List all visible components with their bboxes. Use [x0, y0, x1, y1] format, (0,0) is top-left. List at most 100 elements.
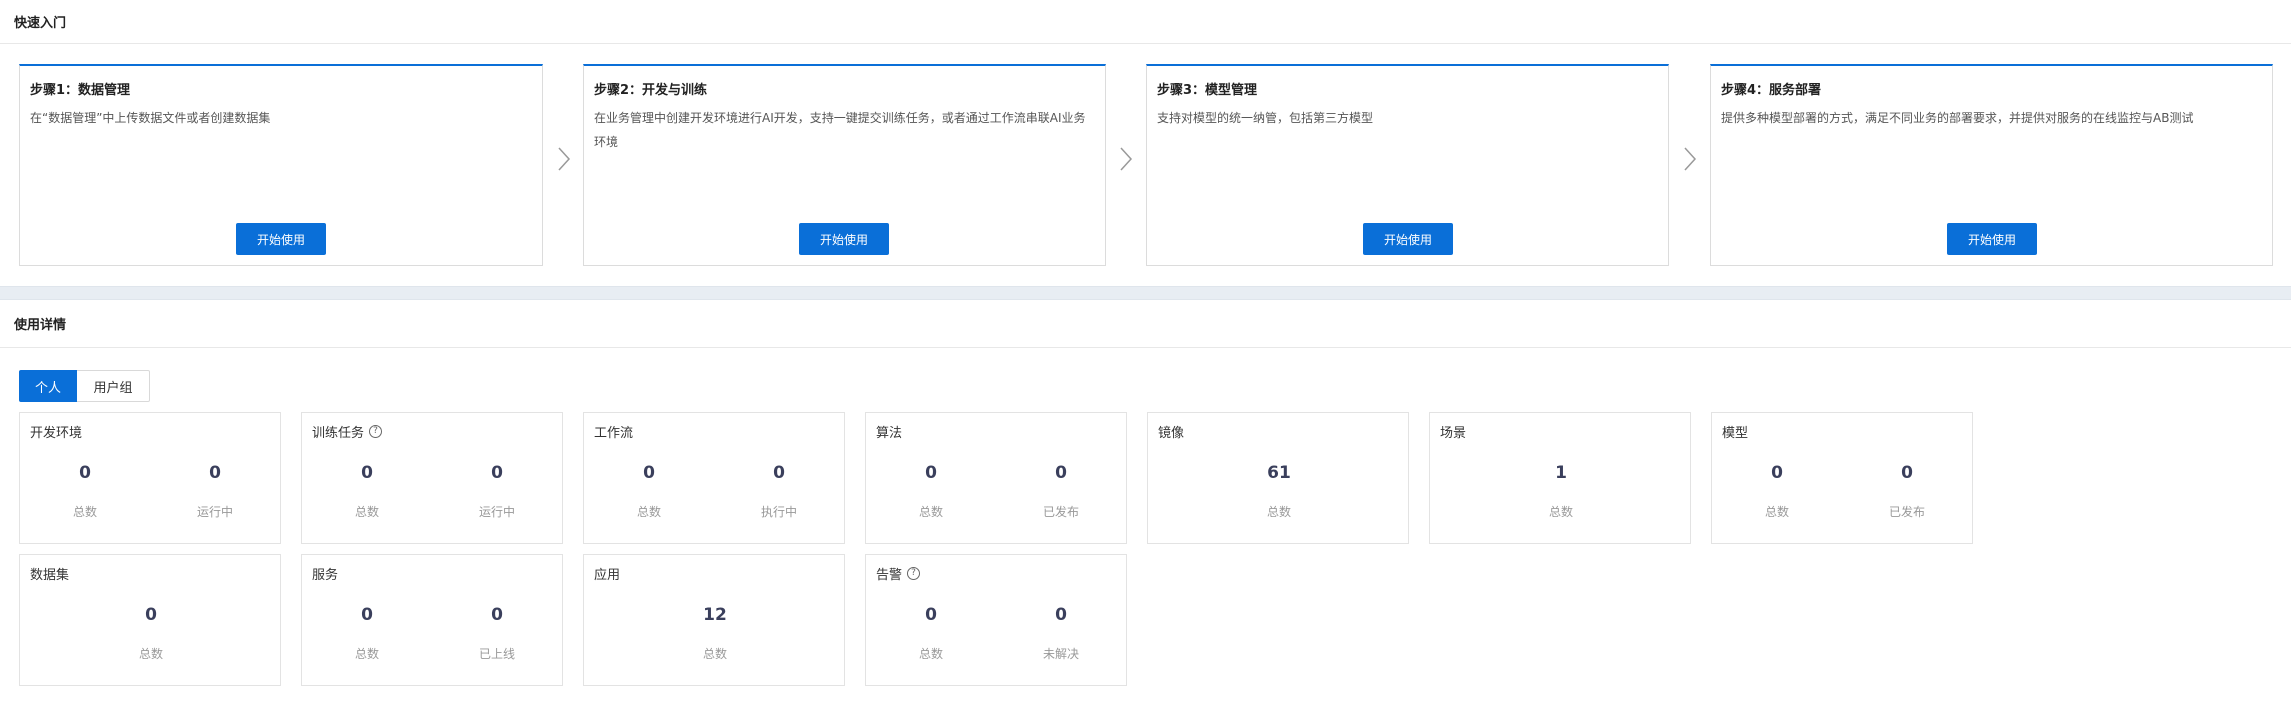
metric-total: 0 总数	[91, 605, 211, 662]
stat-card-title: 开发环境	[30, 422, 82, 441]
step-description: 支持对模型的统一纳管，包括第三方模型	[1157, 111, 1374, 125]
metric-value: 0	[1055, 463, 1067, 483]
metric-label: 未解决	[1042, 647, 1079, 661]
stat-card-dev-env: 开发环境 0 总数 0 运行中	[19, 412, 281, 544]
step-card-4: 步骤4：服务部署 提供多种模型部署的方式，满足不同业务的部署要求，并提供对服务的…	[1710, 64, 2273, 266]
metric-value: 12	[703, 605, 727, 625]
metric-online: 0 已上线	[437, 605, 557, 662]
section-divider	[0, 286, 2291, 300]
metric-total: 0 总数	[1717, 463, 1837, 520]
stat-card-alert: 告警? 0 总数 0 未解决	[865, 554, 1127, 686]
metric-total: 0 总数	[871, 463, 991, 520]
metric-total: 61 总数	[1219, 463, 1339, 520]
stat-card-title: 模型	[1722, 422, 1748, 441]
metric-total: 0 总数	[307, 463, 427, 520]
metric-label: 已发布	[1888, 505, 1925, 519]
stat-card-training: 训练任务? 0 总数 0 运行中	[301, 412, 563, 544]
tab-user-group[interactable]: 用户组	[77, 370, 150, 402]
stat-card-title-text: 数据集	[30, 568, 70, 583]
quick-start-header: 快速入门	[0, 0, 2291, 44]
step-title: 步骤3：模型管理	[1157, 83, 1258, 98]
stat-card-title: 工作流	[594, 422, 633, 441]
metric-running: 0 运行中	[437, 463, 557, 520]
stat-card-model: 模型 0 总数 0 已发布	[1711, 412, 1973, 544]
stat-card-title: 算法	[876, 422, 902, 441]
step-title: 步骤1：数据管理	[30, 83, 131, 98]
stat-card-application: 应用 12 总数	[583, 554, 845, 686]
step-card-1: 步骤1：数据管理 在“数据管理”中上传数据文件或者创建数据集 开始使用	[19, 64, 543, 266]
metric-label: 已上线	[478, 647, 515, 661]
metric-value: 0	[145, 605, 157, 625]
metric-label: 已发布	[1042, 505, 1079, 519]
metric-label: 总数	[1764, 505, 1789, 519]
stat-card-title-text: 算法	[876, 426, 903, 441]
metric-total: 0 总数	[871, 605, 991, 662]
stat-card-title-text: 应用	[594, 568, 621, 583]
metric-total: 12 总数	[655, 605, 775, 662]
metric-value: 0	[773, 463, 785, 483]
chevron-right-icon	[1684, 147, 1697, 171]
metric-value: 0	[925, 463, 937, 483]
metric-label: 总数	[1266, 505, 1291, 519]
stat-card-title: 场景	[1440, 422, 1466, 441]
stat-card-title-text: 告警	[876, 568, 903, 583]
start-button-step-1[interactable]: 开始使用	[236, 223, 326, 255]
metric-label: 运行中	[478, 505, 515, 519]
step-description: 提供多种模型部署的方式，满足不同业务的部署要求，并提供对服务的在线监控与AB测试	[1721, 111, 2194, 125]
metric-value: 0	[79, 463, 91, 483]
metric-label: 总数	[702, 647, 727, 661]
metric-value: 0	[1771, 463, 1783, 483]
metric-total: 0 总数	[25, 463, 145, 520]
stat-card-scene: 场景 1 总数	[1429, 412, 1691, 544]
start-button-step-2[interactable]: 开始使用	[799, 223, 889, 255]
step-title: 步骤2：开发与训练	[594, 83, 708, 98]
step-card-3: 步骤3：模型管理 支持对模型的统一纳管，包括第三方模型 开始使用	[1146, 64, 1669, 266]
metric-label: 总数	[354, 647, 379, 661]
metric-label: 总数	[138, 647, 163, 661]
step-description: 在“数据管理”中上传数据文件或者创建数据集	[30, 111, 271, 125]
metric-published: 0 已发布	[1001, 463, 1121, 520]
metric-label: 总数	[354, 505, 379, 519]
step-title: 步骤4：服务部署	[1721, 83, 1822, 98]
question-circle-icon[interactable]: ?	[369, 425, 383, 438]
scope-tabs: 个人 用户组	[19, 370, 150, 402]
stat-card-image: 镜像 61 总数	[1147, 412, 1409, 544]
metric-label: 总数	[72, 505, 97, 519]
metric-published: 0 已发布	[1847, 463, 1967, 520]
chevron-right-icon	[1120, 147, 1133, 171]
start-button-step-4[interactable]: 开始使用	[1947, 223, 2037, 255]
usage-header: 使用详情	[0, 300, 2291, 348]
metric-label: 总数	[1548, 505, 1573, 519]
stat-card-title-text: 训练任务	[312, 426, 365, 441]
tab-personal[interactable]: 个人	[19, 370, 77, 402]
stat-card-service: 服务 0 总数 0 已上线	[301, 554, 563, 686]
metric-value: 0	[643, 463, 655, 483]
step-description: 在业务管理中创建开发环境进行AI开发，支持一键提交训练任务，或者通过工作流串联A…	[594, 111, 1086, 149]
stat-card-title-text: 开发环境	[30, 426, 83, 441]
stat-card-title-text: 场景	[1440, 426, 1467, 441]
stat-card-title: 训练任务?	[312, 422, 383, 441]
quick-start-title: 快速入门	[14, 16, 67, 31]
stat-card-title: 应用	[594, 564, 620, 583]
question-circle-icon[interactable]: ?	[907, 567, 921, 580]
step-card-2: 步骤2：开发与训练 在业务管理中创建开发环境进行AI开发，支持一键提交训练任务，…	[583, 64, 1106, 266]
metric-value: 0	[491, 463, 503, 483]
metric-total: 1 总数	[1501, 463, 1621, 520]
metric-value: 0	[1055, 605, 1067, 625]
metric-value: 0	[209, 463, 221, 483]
metric-running: 0 运行中	[155, 463, 275, 520]
usage-title: 使用详情	[14, 318, 67, 333]
stat-card-title: 告警?	[876, 564, 921, 583]
metric-value: 1	[1555, 463, 1567, 483]
metric-value: 0	[925, 605, 937, 625]
metric-unresolved: 0 未解决	[1001, 605, 1121, 662]
stat-card-title-text: 模型	[1722, 426, 1749, 441]
stat-card-title-text: 工作流	[594, 426, 634, 441]
stat-card-dataset: 数据集 0 总数	[19, 554, 281, 686]
metric-executing: 0 执行中	[719, 463, 839, 520]
metric-value: 0	[361, 463, 373, 483]
metric-value: 0	[1901, 463, 1913, 483]
stat-card-title: 服务	[312, 564, 338, 583]
start-button-step-3[interactable]: 开始使用	[1363, 223, 1453, 255]
stat-card-algorithm: 算法 0 总数 0 已发布	[865, 412, 1127, 544]
